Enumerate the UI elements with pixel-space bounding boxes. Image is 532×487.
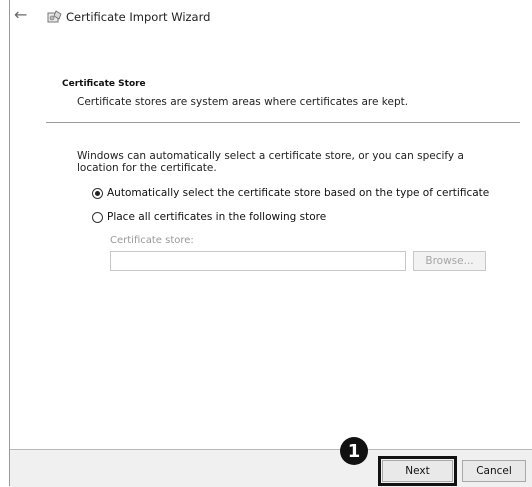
step-callout-badge: 1 [340,437,368,465]
cancel-button[interactable]: Cancel [462,460,526,482]
section-title: Certificate Store [62,79,146,89]
radio-button-checked[interactable] [92,187,103,199]
radio-option-automatic[interactable]: Automatically select the certificate sto… [92,187,489,199]
radio-option-manual[interactable]: Place all certificates in the following … [92,211,326,223]
next-button-highlight [378,456,457,486]
wizard-window [9,0,531,486]
certificate-store-label: Certificate store: [110,235,194,246]
browse-button[interactable]: Browse... [413,251,486,271]
radio-button-unchecked[interactable] [92,211,103,223]
section-description: Certificate stores are system areas wher… [77,96,409,108]
header-divider [46,122,520,123]
radio-label-manual: Place all certificates in the following … [107,211,327,223]
back-arrow-icon[interactable]: ← [14,7,27,23]
intro-text: Windows can automatically select a certi… [77,150,464,174]
certificate-store-input[interactable] [110,251,406,271]
certificate-wizard-icon [47,10,62,23]
title-bar: ← Certificate Import Wizard [0,0,532,36]
radio-label-automatic: Automatically select the certificate sto… [107,187,490,199]
window-title: Certificate Import Wizard [66,10,211,24]
